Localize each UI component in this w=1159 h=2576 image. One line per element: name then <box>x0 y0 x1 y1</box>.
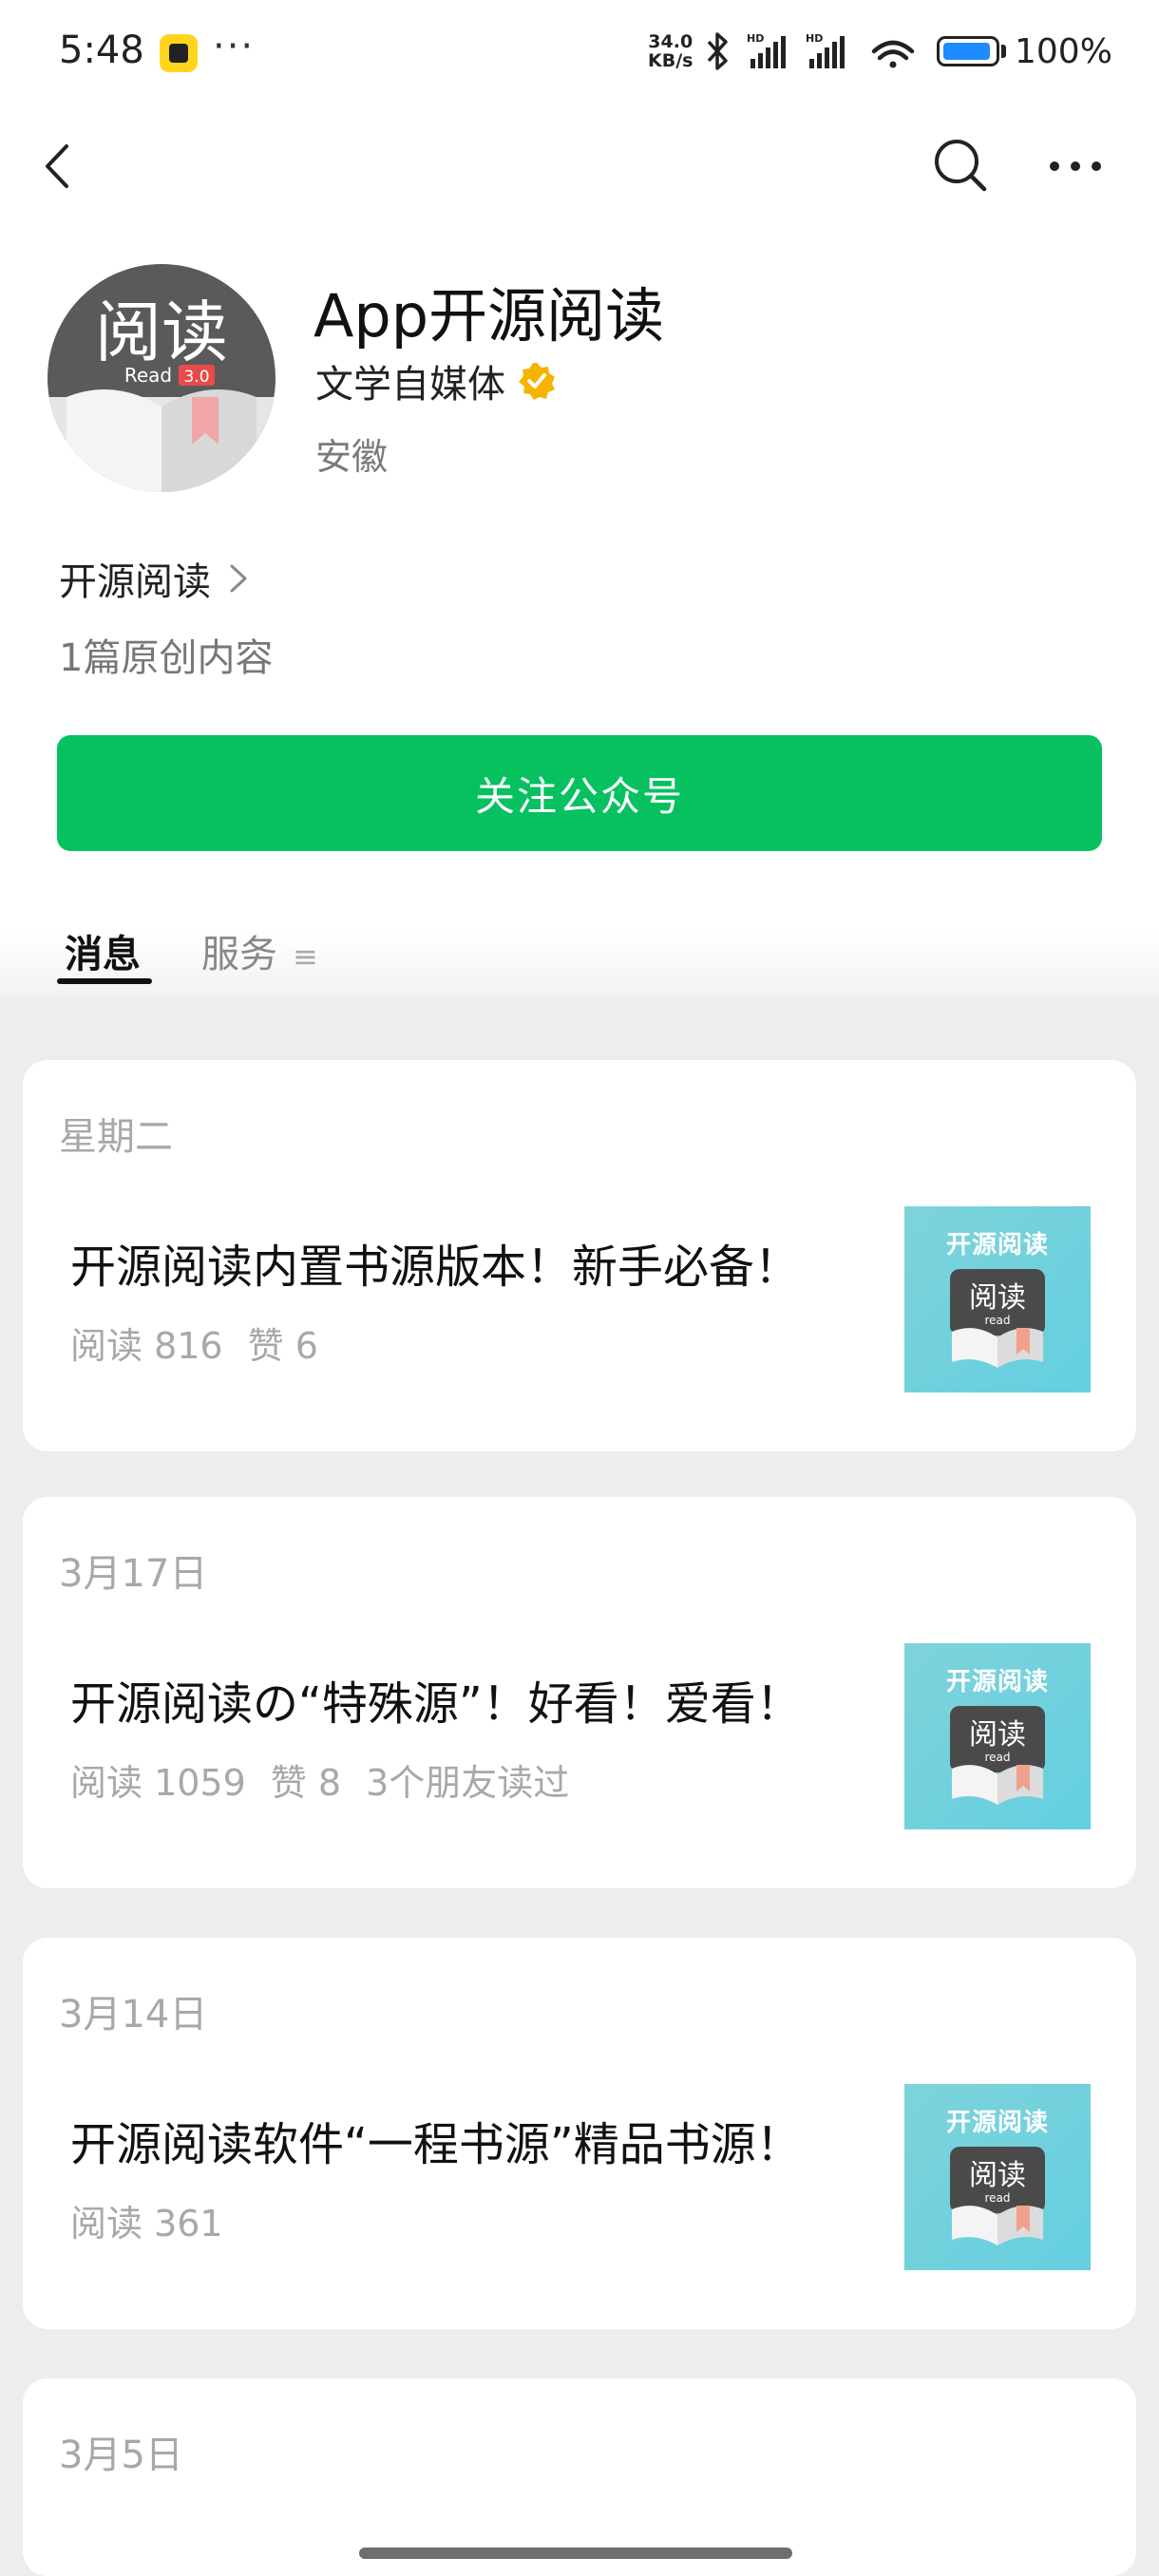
account-link[interactable]: 开源阅读 <box>59 551 249 606</box>
follow-button[interactable]: 关注公众号 <box>57 735 1102 851</box>
menu-icon: ≡ <box>293 938 318 975</box>
tab-active-indicator <box>57 978 152 984</box>
search-icon <box>935 140 987 192</box>
book-icon-sub: read <box>984 2191 1010 2205</box>
book-icon: 阅读 read <box>950 1706 1045 1805</box>
article-date: 3月14日 <box>59 1993 208 2036</box>
cellular-signal-2-icon: HD <box>806 32 845 68</box>
avatar-text: 阅读 <box>95 294 228 371</box>
article-card[interactable]: 星期二 开源阅读内置书源版本！新手必备！ 阅读 816 赞 6 开源阅读 阅读 r… <box>23 1060 1136 1451</box>
article-reads: 阅读 1059 <box>70 1762 246 1804</box>
status-more: ··· <box>213 25 256 68</box>
article-card[interactable]: 3月14日 开源阅读软件“一程书源”精品书源！ 阅读 361 开源阅读 阅读 r… <box>23 1938 1136 2329</box>
avatar-sub: Read <box>124 364 172 387</box>
book-icon: 阅读 read <box>950 2147 1045 2245</box>
svg-text:HD: HD <box>747 32 764 45</box>
status-time: 5:48 <box>59 28 144 72</box>
tab-messages[interactable]: 消息 <box>65 923 141 978</box>
article-stats: 阅读 1059 赞 8 3个朋友读过 <box>70 1753 594 1806</box>
book-icon: 阅读 read <box>950 1269 1045 1368</box>
article-thumbnail[interactable]: 开源阅读 阅读 read <box>904 1206 1091 1392</box>
article-likes: 赞 8 <box>270 1762 342 1804</box>
thumbnail-title: 开源阅读 <box>945 2109 1049 2137</box>
book-icon-text: 阅读 <box>969 1718 1026 1752</box>
article-reads: 阅读 816 <box>70 1325 223 1367</box>
article-title[interactable]: 开源阅读软件“一程书源”精品书源！ <box>70 2107 802 2173</box>
thumbnail-title: 开源阅读 <box>945 1231 1049 1260</box>
article-title[interactable]: 开源阅读の“特殊源”！好看！爱看！ <box>70 1666 802 1733</box>
tab-services[interactable]: 服务 <box>201 923 277 978</box>
chevron-left-icon <box>46 144 68 188</box>
article-stats: 阅读 361 <box>70 2194 248 2246</box>
avatar-version: 3.0 <box>183 368 209 387</box>
book-icon-text: 阅读 <box>969 2159 1026 2192</box>
svg-text:HD: HD <box>806 32 823 45</box>
battery-cap <box>1001 45 1006 58</box>
home-indicator[interactable] <box>359 2548 792 2559</box>
article-thumbnail[interactable]: 开源阅读 阅读 read <box>904 2084 1091 2270</box>
status-icons: HD HD <box>705 30 933 78</box>
more-button[interactable] <box>1045 152 1106 180</box>
book-icon-sub: read <box>984 1751 1010 1764</box>
chevron-right-icon <box>230 564 247 593</box>
cellular-signal-icon: HD <box>747 32 786 68</box>
network-speed: 34.0 KB/s <box>648 32 693 70</box>
article-date: 3月17日 <box>59 1552 208 1596</box>
battery-fill <box>943 43 990 60</box>
account-link-label: 开源阅读 <box>59 560 211 604</box>
bluetooth-icon <box>707 32 728 70</box>
notification-app-icon <box>160 34 198 72</box>
battery-percent: 100% <box>1015 32 1112 71</box>
verified-badge-icon <box>519 363 555 400</box>
battery-icon <box>937 36 999 66</box>
article-date: 星期二 <box>59 1115 173 1159</box>
article-date: 3月5日 <box>59 2434 183 2477</box>
article-title[interactable]: 开源阅读内置书源版本！新手必备！ <box>70 1229 800 1296</box>
article-stats: 阅读 816 赞 6 <box>70 1316 343 1369</box>
article-likes: 赞 6 <box>247 1325 318 1367</box>
status-bar: 5:48 ··· 34.0 KB/s HD HD 100% <box>0 0 1159 104</box>
account-name: App开源阅读 <box>314 281 665 350</box>
original-content-count: 1篇原创内容 <box>59 636 274 680</box>
article-reads: 阅读 361 <box>70 2203 223 2245</box>
account-region: 安徽 <box>315 436 389 478</box>
article-friends-read: 3个朋友读过 <box>366 1762 570 1804</box>
network-speed-unit: KB/s <box>648 50 694 71</box>
account-avatar[interactable]: 阅读 Read 3.0 <box>48 264 276 492</box>
account-type: 文学自媒体 <box>315 363 505 407</box>
back-button[interactable] <box>36 133 84 199</box>
book-icon-sub: read <box>984 1314 1010 1327</box>
wifi-icon <box>871 40 915 68</box>
book-icon-text: 阅读 <box>969 1281 1026 1315</box>
article-thumbnail[interactable]: 开源阅读 阅读 read <box>904 1643 1091 1829</box>
article-card[interactable]: 3月5日 <box>23 2378 1136 2576</box>
search-button[interactable] <box>931 135 990 198</box>
network-speed-value: 34.0 <box>648 31 694 52</box>
account-type-row: 文学自媒体 <box>315 353 557 408</box>
article-card[interactable]: 3月17日 开源阅读の“特殊源”！好看！爱看！ 阅读 1059 赞 8 3个朋友读过… <box>23 1497 1136 1888</box>
thumbnail-title: 开源阅读 <box>945 1668 1049 1696</box>
more-horizontal-icon <box>1050 161 1101 171</box>
